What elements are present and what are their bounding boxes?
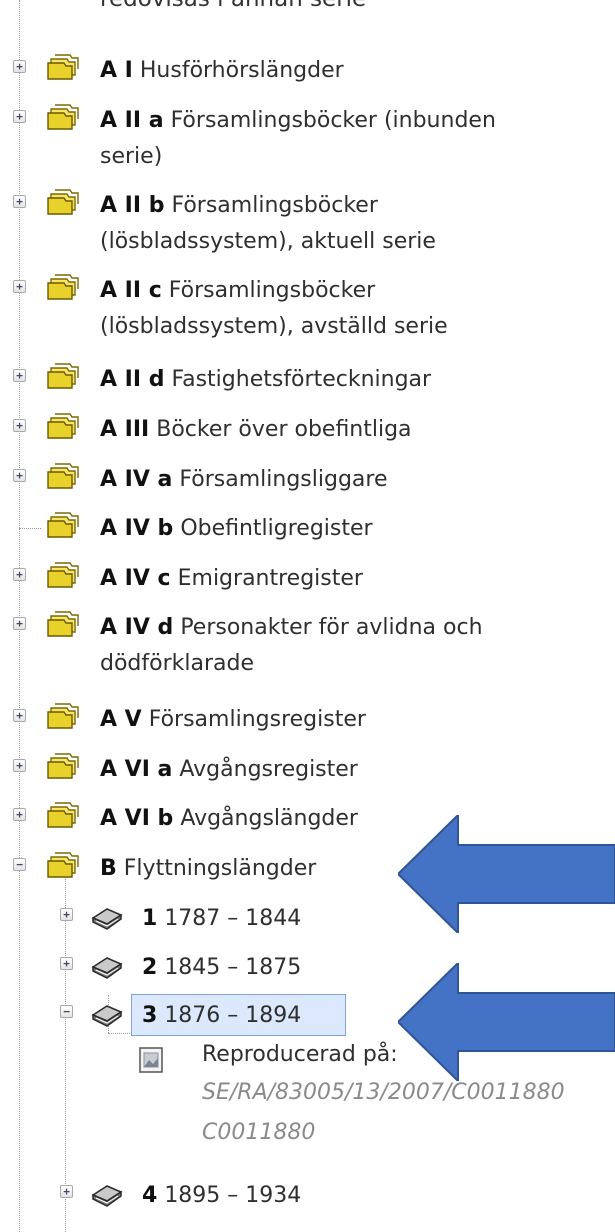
folders-icon [45, 561, 79, 591]
book-icon [90, 950, 124, 980]
series-label: Emigrantregister [177, 566, 363, 591]
book-icon [90, 998, 124, 1028]
reproduction-label: Reproducerad på: [202, 1042, 398, 1067]
volume-years: 1787 – 1844 [164, 906, 302, 931]
series-label: Församlingsböcker [168, 278, 376, 303]
folders-icon [45, 273, 79, 303]
reproduction-id[interactable]: C0011880 [202, 1113, 565, 1153]
series-code: A IV d [100, 615, 174, 640]
folders-icon [45, 610, 79, 640]
book-icon [90, 1178, 124, 1208]
volume-number: 2 [142, 955, 158, 980]
folders-icon [45, 53, 79, 83]
book-icon [90, 901, 124, 931]
series-label: Avgångslängder [180, 806, 358, 831]
archive-tree: redovisas i annan serie + A I Husförhörs… [0, 0, 615, 1232]
folders-icon [45, 103, 79, 133]
expand-toggle-icon[interactable]: + [13, 60, 26, 73]
series-label-line2: dödförklarade [100, 651, 254, 676]
series-label-line2: serie) [100, 144, 163, 169]
folders-icon [45, 801, 79, 831]
series-code: A IV a [100, 467, 173, 492]
series-label: Husförhörslängder [139, 58, 344, 83]
tree-connector-b [65, 868, 66, 1232]
collapse-toggle-icon[interactable]: − [13, 858, 26, 871]
expand-toggle-icon[interactable]: + [13, 369, 26, 382]
folders-icon [45, 851, 79, 881]
series-label: Församlingsböcker (inbunden [170, 108, 496, 133]
folders-icon [45, 412, 79, 442]
volume-years: 1876 – 1894 [164, 1003, 302, 1028]
folders-icon [45, 752, 79, 782]
tree-connector-main [19, 0, 20, 1232]
expand-toggle-icon[interactable]: + [13, 195, 26, 208]
series-label: Personakter för avlidna och [180, 615, 483, 640]
truncated-top-item: redovisas i annan serie [100, 0, 366, 14]
series-label: Församlingsliggare [179, 467, 388, 492]
expand-toggle-icon[interactable]: + [13, 759, 26, 772]
series-code: A II a [100, 108, 164, 133]
series-label: Flyttningslängder [123, 856, 317, 881]
series-code: A III [100, 417, 150, 442]
folders-icon [45, 702, 79, 732]
series-label: Församlingsböcker [171, 193, 378, 218]
series-code: A V [100, 707, 142, 732]
folders-icon [45, 188, 79, 218]
expand-toggle-icon[interactable]: + [60, 957, 73, 970]
series-code: A VI b [100, 806, 174, 831]
series-code: A I [100, 58, 133, 83]
blue-arrow-icon [398, 963, 615, 1081]
series-code: A II c [100, 278, 162, 303]
blue-arrow-icon [398, 815, 615, 933]
tree-connector-obef [19, 528, 41, 529]
expand-toggle-icon[interactable]: + [13, 419, 26, 432]
expand-toggle-icon[interactable]: + [13, 808, 26, 821]
series-label-line2: (lösbladssystem), aktuell serie [100, 229, 436, 254]
expand-toggle-icon[interactable]: + [13, 110, 26, 123]
series-code: A IV c [100, 566, 171, 591]
series-code: A VI a [100, 757, 173, 782]
series-label: Avgångsregister [179, 757, 358, 782]
series-label-line2: (lösbladssystem), avställd serie [100, 314, 448, 339]
expand-toggle-icon[interactable]: + [13, 568, 26, 581]
collapse-toggle-icon[interactable]: − [60, 1005, 73, 1018]
expand-toggle-icon[interactable]: + [60, 1185, 73, 1198]
folders-icon [45, 362, 79, 392]
volume-number: 4 [142, 1183, 158, 1208]
image-file-icon [139, 1047, 163, 1073]
volume-number: 1 [142, 906, 158, 931]
expand-toggle-icon[interactable]: + [13, 709, 26, 722]
series-label: Böcker över obefintliga [156, 417, 412, 442]
series-code: B [100, 856, 117, 881]
series-code: A II d [100, 367, 165, 392]
expand-toggle-icon[interactable]: + [13, 469, 26, 482]
series-label: Obefintligregister [180, 516, 373, 541]
expand-toggle-icon[interactable]: + [13, 617, 26, 630]
folders-icon [45, 462, 79, 492]
expand-toggle-icon[interactable]: + [13, 280, 26, 293]
tree-connector-ref [108, 1033, 130, 1034]
folders-icon [45, 511, 79, 541]
series-label: Fastighetsförteckningar [171, 367, 432, 392]
volume-number: 3 [142, 1003, 158, 1028]
series-label: Församlingsregister [148, 707, 366, 732]
volume-years: 1895 – 1934 [164, 1183, 302, 1208]
series-code: A IV b [100, 516, 174, 541]
volume-years: 1845 – 1875 [164, 955, 302, 980]
expand-toggle-icon[interactable]: + [60, 908, 73, 921]
series-code: A II b [100, 193, 165, 218]
